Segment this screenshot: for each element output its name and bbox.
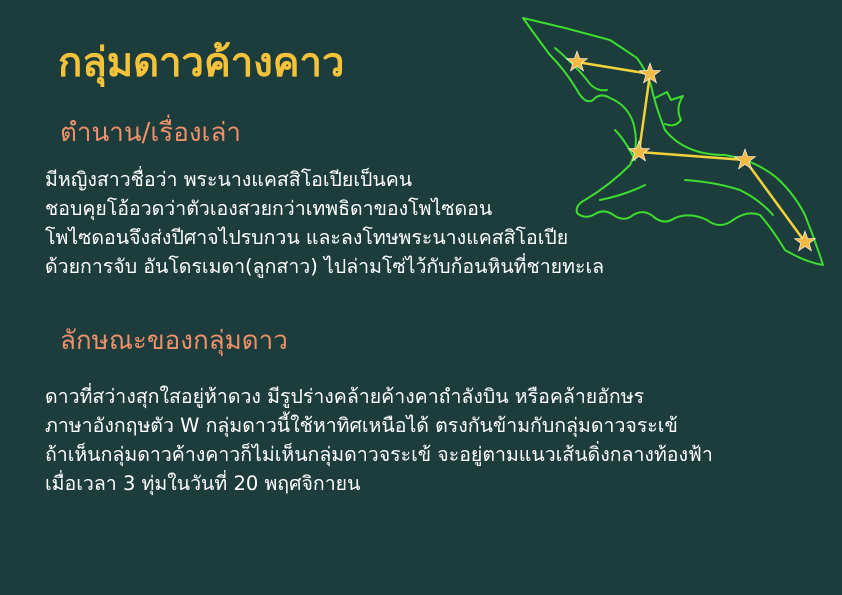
features-line: ถ้าเห็นกลุ่มดาวค้างคาวก็ไม่เห็นกลุ่มดาวจ… xyxy=(45,443,713,466)
features-heading: ลักษณะของกลุ่มดาว xyxy=(60,326,288,356)
legend-paragraph: มีหญิงสาวชื่อว่า พระนางแคสสิโอเปียเป็นคน… xyxy=(45,165,604,281)
features-paragraph: ดาวที่สว่างสุกใสอยู่ห้าดวง มีรูปร่างคล้า… xyxy=(45,382,713,498)
legend-line: มีหญิงสาวชื่อว่า พระนางแคสสิโอเปียเป็นคน xyxy=(45,168,413,191)
legend-line: ชอบคุยโอ้อวดว่าตัวเองสวยกว่าเทพธิดาของโพ… xyxy=(45,197,493,220)
features-line: ภาษาอังกฤษตัว W กลุ่มดาวนี้ใช้หาทิศเหนือ… xyxy=(45,414,678,437)
star-icon xyxy=(733,148,757,170)
page-title: กลุ่มดาวค้างคาว xyxy=(58,40,345,86)
legend-heading: ตำนาน/เรื่องเล่า xyxy=(60,118,241,148)
legend-line: ด้วยการจับ อันโดรเมดา(ลูกสาว) ไปล่ามโซ่ไ… xyxy=(45,255,605,278)
features-line: ดาวที่สว่างสุกใสอยู่ห้าดวง มีรูปร่างคล้า… xyxy=(45,385,645,408)
features-line: เมื่อเวลา 3 ทุ่มในวันที่ 20 พฤศจิกายน xyxy=(45,472,361,495)
legend-line: โพไซดอนจึงส่งปีศาจไปรบกวน และลงโทษพระนาง… xyxy=(45,226,569,249)
star-icon xyxy=(627,140,651,162)
